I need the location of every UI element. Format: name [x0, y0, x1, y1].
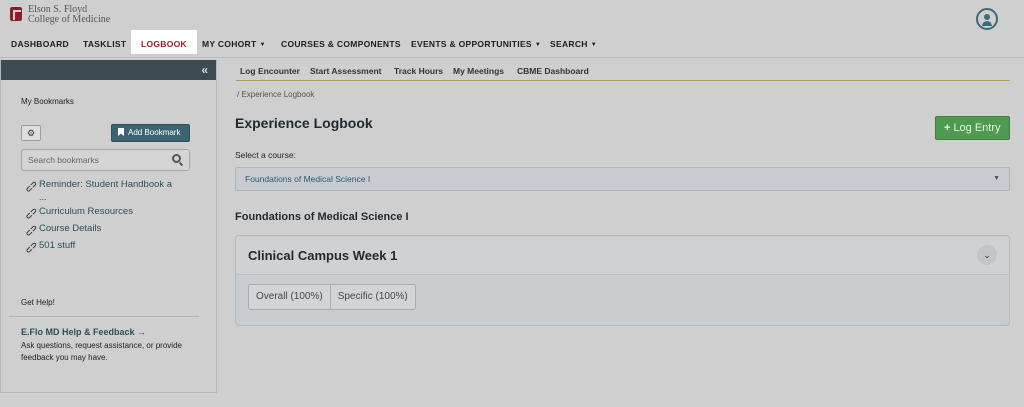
help-title: Get Help! [21, 298, 55, 307]
link-icon: ⊂⊃ [23, 205, 40, 222]
subnav-track-hours[interactable]: Track Hours [394, 66, 443, 76]
bookmark-item[interactable]: ⊂⊃ 501 stuff [23, 240, 205, 256]
search-icon[interactable] [172, 154, 181, 163]
chevron-down-icon: ▼ [259, 42, 266, 48]
subnav-cbme-dashboard[interactable]: CBME Dashboard [517, 66, 589, 76]
nav-search[interactable]: SEARCH ▼ [550, 36, 597, 58]
gear-icon[interactable]: ⚙ [21, 125, 41, 141]
help-divider [9, 316, 199, 317]
add-bookmark-button[interactable]: Add Bookmark [111, 124, 190, 142]
course-select-label: Select a course: [235, 150, 296, 160]
collapse-sidebar-icon[interactable]: « [201, 63, 208, 77]
college-logo[interactable]: Elson S. Floyd College of Medicine [10, 5, 110, 25]
bookmark-list: ⊂⊃ Reminder: Student Handbook a ... ⊂⊃ Cur… [23, 179, 205, 257]
subnav-log-encounter[interactable]: Log Encounter [240, 66, 300, 76]
user-avatar-icon[interactable] [976, 8, 998, 30]
nav-logbook[interactable]: LOGBOOK [131, 30, 197, 54]
logo-mark-icon [10, 7, 22, 21]
subnav-my-meetings[interactable]: My Meetings [453, 66, 504, 76]
log-entry-button[interactable]: + Log Entry [935, 116, 1010, 140]
nav-dashboard[interactable]: DASHBOARD [11, 36, 69, 58]
nav-events-opportunities[interactable]: EVENTS & OPPORTUNITIES ▼ [411, 36, 541, 58]
main-nav: DASHBOARD TASKLIST LOGBOOK MY COHORT ▼ CO… [0, 30, 1024, 58]
specific-progress-pill[interactable]: Specific (100%) [329, 285, 415, 309]
progress-pills: Overall (100%) Specific (100%) [248, 284, 416, 310]
bookmark-continuation: ... [39, 192, 47, 202]
subnav-start-assessment[interactable]: Start Assessment [310, 66, 382, 76]
breadcrumb[interactable]: / Experience Logbook [237, 90, 314, 99]
chevron-down-icon: ▼ [534, 42, 542, 48]
sub-nav: Log Encounter Start Assessment Track Hou… [236, 64, 1010, 81]
course-select[interactable]: Foundations of Medical Science I ▼ [235, 167, 1010, 191]
card-title: Clinical Campus Week 1 [248, 248, 398, 263]
dropdown-arrow-icon: ▼ [993, 175, 1000, 182]
sidebar-header: « [1, 60, 216, 80]
link-icon: ⊂⊃ [23, 239, 40, 256]
bookmark-item[interactable]: ⊂⊃ Curriculum Resources [23, 206, 205, 222]
overall-progress-pill[interactable]: Overall (100%) [249, 285, 330, 309]
plus-icon: + [944, 122, 951, 134]
nav-courses-components[interactable]: COURSES & COMPONENTS [281, 36, 401, 58]
link-icon: ⊂⊃ [23, 222, 40, 239]
course-section-title: Foundations of Medical Science I [235, 211, 409, 223]
search-bookmarks-input[interactable]: Search bookmarks [21, 149, 190, 171]
logo-line-2: College of Medicine [28, 14, 111, 25]
nav-tasklist[interactable]: TASKLIST [83, 36, 126, 58]
sidebar-title: My Bookmarks [21, 97, 74, 106]
bookmarks-sidebar: « My Bookmarks ⚙ Add Bookmark Search boo… [0, 60, 217, 393]
page-title: Experience Logbook [235, 115, 373, 131]
bookmark-icon [118, 128, 124, 136]
chevron-down-icon: ▼ [590, 42, 597, 48]
help-description: Ask questions, request assistance, or pr… [21, 341, 182, 362]
card-header[interactable]: Clinical Campus Week 1 ⌄ [236, 236, 1009, 275]
nav-my-cohort[interactable]: MY COHORT ▼ [202, 36, 266, 58]
bookmark-item[interactable]: ⊂⊃ Reminder: Student Handbook a [23, 179, 205, 195]
logbook-card: Clinical Campus Week 1 ⌄ Overall (100%) … [235, 235, 1010, 326]
help-feedback-link[interactable]: E.Flo MD Help & Feedback → [21, 327, 146, 337]
bookmark-item[interactable]: ⊂⊃ Course Details [23, 223, 205, 239]
chevron-down-icon[interactable]: ⌄ [977, 245, 997, 265]
